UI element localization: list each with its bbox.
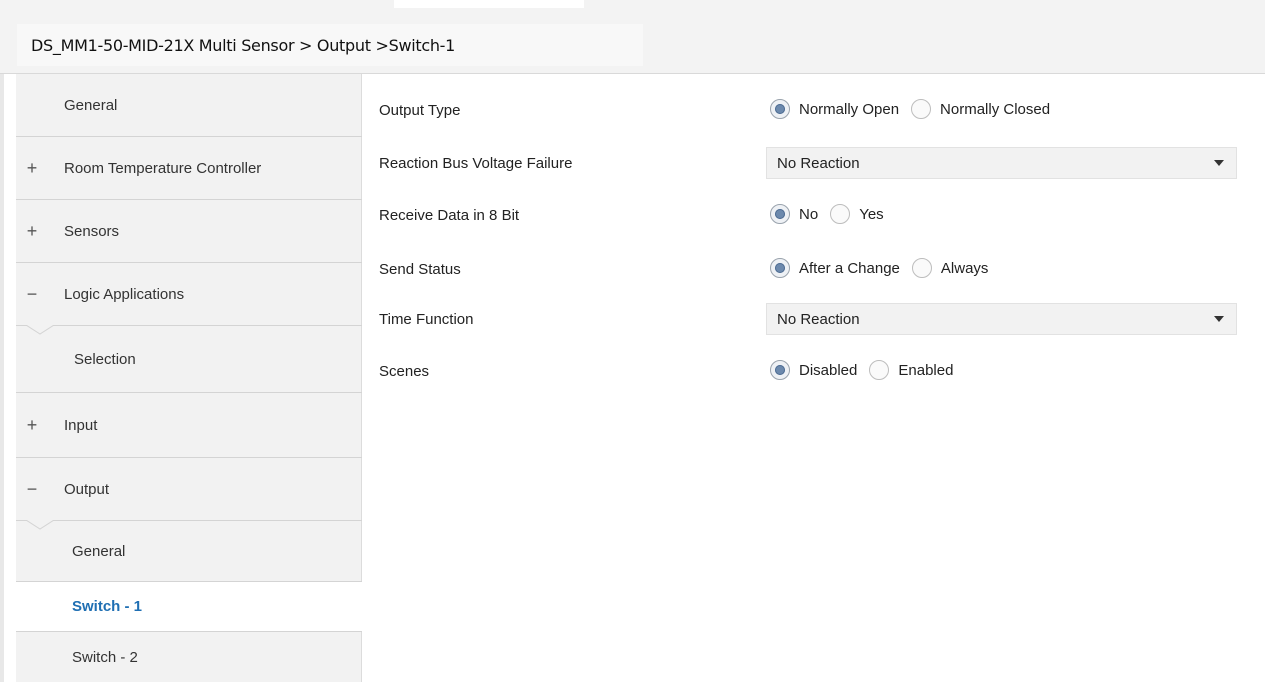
radio-label: After a Change xyxy=(799,259,900,277)
sidebar-item-label: Switch - 2 xyxy=(72,648,138,666)
window-left-edge xyxy=(0,0,4,682)
sidebar-item-selection[interactable]: Selection xyxy=(16,326,362,392)
sidebar-item-output[interactable]: − Output xyxy=(16,458,362,520)
parameter-panel: Output Type Normally Open Normally Close… xyxy=(362,74,1265,682)
dropdown-value: No Reaction xyxy=(777,154,860,172)
output-type-radio-group: Normally Open Normally Closed xyxy=(770,99,1062,119)
radio-label: No xyxy=(799,205,819,223)
param-label: Output Type xyxy=(379,102,461,119)
radio-label: Normally Open xyxy=(799,100,900,118)
param-label: Receive Data in 8 Bit xyxy=(379,207,520,224)
sidebar: General + Room Temperature Controller + … xyxy=(16,74,362,682)
radio-label: Disabled xyxy=(799,361,858,379)
expand-icon[interactable]: + xyxy=(24,221,40,242)
title-bar: DS_MM1-50-MID-21X Multi Sensor > Output … xyxy=(0,0,1265,74)
sidebar-item-sensors[interactable]: + Sensors xyxy=(16,200,362,262)
send-status-always-radio[interactable]: Always xyxy=(911,258,989,278)
sidebar-item-label: Input xyxy=(64,416,98,434)
expand-icon[interactable]: + xyxy=(24,158,40,179)
radio-unselected-icon[interactable] xyxy=(911,99,932,119)
send-status-after-change-radio[interactable]: After a Change xyxy=(770,258,900,278)
sidebar-item-switch-2[interactable]: Switch - 2 xyxy=(16,632,362,682)
receive-8bit-radio-group: No Yes xyxy=(770,204,896,224)
param-row-time-function: Time Function No Reaction xyxy=(362,300,1265,340)
radio-selected-icon[interactable] xyxy=(770,360,790,380)
collapse-icon[interactable]: − xyxy=(24,479,40,500)
chevron-down-icon[interactable] xyxy=(1214,316,1224,322)
scenes-disabled-radio[interactable]: Disabled xyxy=(770,360,857,380)
sidebar-item-label: Room Temperature Controller xyxy=(64,159,262,177)
radio-label: Enabled xyxy=(898,361,954,379)
radio-unselected-icon[interactable] xyxy=(830,204,851,224)
top-strip xyxy=(394,0,584,8)
sidebar-item-label: Logic Applications xyxy=(64,285,185,303)
sidebar-item-switch-1[interactable]: Switch - 1 xyxy=(16,581,362,632)
param-label: Time Function xyxy=(379,311,474,328)
param-row-output-type: Output Type Normally Open Normally Close… xyxy=(362,91,1265,131)
sidebar-item-label: General xyxy=(72,542,126,560)
param-row-send-status: Send Status After a Change Always xyxy=(362,250,1265,290)
sidebar-item-label: Switch - 1 xyxy=(72,598,143,615)
radio-label: Normally Closed xyxy=(940,100,1051,118)
radio-selected-icon[interactable] xyxy=(770,204,790,224)
radio-selected-icon[interactable] xyxy=(770,99,790,119)
receive-8bit-no-radio[interactable]: No xyxy=(770,204,818,224)
expand-icon[interactable]: + xyxy=(24,415,40,436)
send-status-radio-group: After a Change Always xyxy=(770,258,1000,278)
sidebar-item-label: Sensors xyxy=(64,222,120,240)
sidebar-item-input[interactable]: + Input xyxy=(16,393,362,457)
collapse-icon[interactable]: − xyxy=(24,284,40,305)
chevron-down-icon[interactable] xyxy=(1214,160,1224,166)
breadcrumb: DS_MM1-50-MID-21X Multi Sensor > Output … xyxy=(17,24,643,66)
sidebar-item-logic-applications[interactable]: − Logic Applications xyxy=(16,263,362,325)
radio-unselected-icon[interactable] xyxy=(911,258,932,278)
param-row-bus-voltage-failure: Reaction Bus Voltage Failure No Reaction xyxy=(362,144,1265,184)
scenes-enabled-radio[interactable]: Enabled xyxy=(869,360,953,380)
param-label: Send Status xyxy=(379,261,461,278)
output-type-normally-closed-radio[interactable]: Normally Closed xyxy=(911,99,1050,119)
param-label: Scenes xyxy=(379,363,430,380)
output-type-normally-open-radio[interactable]: Normally Open xyxy=(770,99,899,119)
time-function-dropdown[interactable]: No Reaction xyxy=(766,303,1237,335)
bus-voltage-failure-dropdown[interactable]: No Reaction xyxy=(766,147,1237,179)
dropdown-value: No Reaction xyxy=(777,310,860,328)
radio-label: Yes xyxy=(859,205,884,223)
param-row-receive-8bit: Receive Data in 8 Bit No Yes xyxy=(362,196,1265,236)
sidebar-item-room-temperature-controller[interactable]: + Room Temperature Controller xyxy=(16,137,362,199)
sidebar-item-label: General xyxy=(64,96,118,114)
param-row-scenes: Scenes Disabled Enabled xyxy=(362,352,1265,392)
radio-selected-icon[interactable] xyxy=(770,258,790,278)
sidebar-item-label: Output xyxy=(64,480,110,498)
param-label: Reaction Bus Voltage Failure xyxy=(379,155,573,172)
sidebar-item-general[interactable]: General xyxy=(16,74,362,136)
receive-8bit-yes-radio[interactable]: Yes xyxy=(830,204,884,224)
scenes-radio-group: Disabled Enabled xyxy=(770,360,965,380)
radio-unselected-icon[interactable] xyxy=(869,360,890,380)
radio-label: Always xyxy=(940,259,989,277)
sidebar-item-label: Selection xyxy=(74,350,136,368)
sidebar-item-output-general[interactable]: General xyxy=(16,521,362,581)
